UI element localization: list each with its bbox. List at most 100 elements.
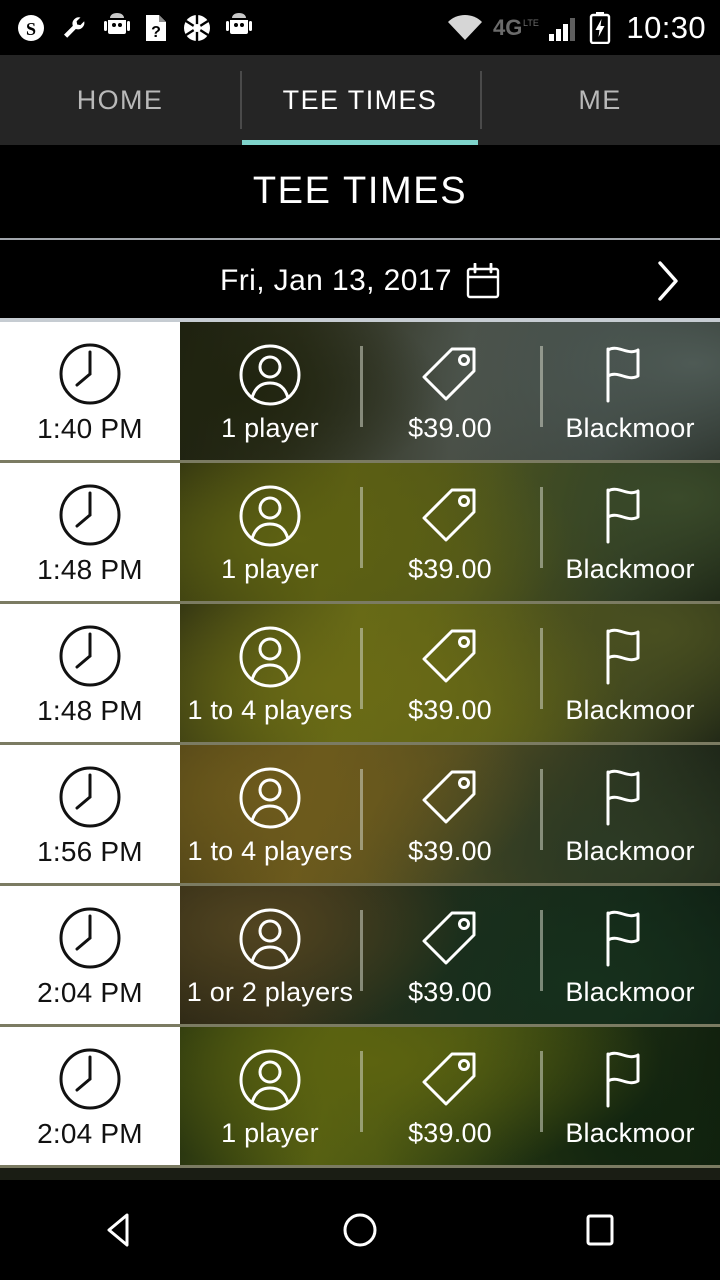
tee-time-cell: 2:04 PM: [0, 886, 180, 1024]
nav-recents-button[interactable]: [540, 1180, 660, 1280]
players-label: 1 player: [221, 412, 319, 443]
players-cell: 1 player: [180, 322, 360, 460]
signal-bars-icon: [549, 17, 576, 41]
tab-me-label: ME: [578, 84, 622, 115]
players-cell: 1 to 4 players: [180, 745, 360, 883]
price-cell: $39.00: [360, 322, 540, 460]
status-bar-notification-icons: S ?: [0, 12, 252, 43]
battery-charging-icon: [590, 11, 611, 44]
players-label: 1 to 4 players: [187, 835, 353, 866]
players-label: 1 or 2 players: [186, 976, 354, 1007]
price-tag-icon: [422, 770, 476, 823]
course-label: Blackmoor: [565, 694, 695, 725]
players-cell: 1 or 2 players: [180, 886, 360, 1024]
skype-icon: S: [18, 14, 44, 41]
android-robot-icon: [104, 12, 130, 34]
tee-time-cell: 1:48 PM: [0, 604, 180, 742]
clock-icon: [59, 907, 121, 969]
back-icon: [107, 1213, 129, 1247]
svg-text:S: S: [26, 19, 36, 39]
tee-row-details: 1 to 4 players $39.00 Blackmoor: [180, 745, 720, 883]
android-robot-icon-2: [226, 12, 252, 34]
course-label: Blackmoor: [565, 553, 695, 584]
top-tab-bar: HOME TEE TIMES ME: [0, 55, 720, 145]
table-row[interactable]: 2:04 PM 1 player $39.00 Blackmoor: [0, 1027, 720, 1168]
course-cell: Blackmoor: [540, 745, 720, 883]
price-tag-icon: [422, 911, 476, 964]
tee-time-label: 2:04 PM: [37, 977, 143, 1008]
status-bar: S ? 4G LTE 10:30: [0, 0, 720, 55]
svg-text:LTE: LTE: [523, 18, 539, 28]
nav-back-button[interactable]: [60, 1180, 180, 1280]
tee-row-details: 1 player $39.00 Blackmoor: [180, 1027, 720, 1165]
calendar-icon[interactable]: [466, 263, 500, 299]
sim-card-question-icon: ?: [146, 14, 166, 41]
price-cell: $39.00: [360, 745, 540, 883]
price-label: $39.00: [408, 976, 492, 1007]
table-row[interactable]: 1:40 PM 1 player $39.00 Blackmoor: [0, 322, 720, 463]
price-tag-icon: [422, 488, 476, 541]
course-label: Blackmoor: [565, 976, 695, 1007]
date-selector-row[interactable]: Fri, Jan 13, 2017: [0, 240, 720, 322]
tab-tee-times[interactable]: TEE TIMES: [240, 55, 480, 145]
page-title: TEE TIMES: [252, 170, 468, 212]
price-label: $39.00: [408, 553, 492, 584]
wifi-icon: [448, 14, 483, 40]
tee-time-label: 2:04 PM: [37, 1118, 143, 1149]
tee-time-list[interactable]: 1:40 PM 1 player $39.00 Blackmoor 1:48 P…: [0, 322, 720, 1180]
player-icon: [239, 485, 301, 546]
tab-home-label: HOME: [76, 84, 164, 115]
home-icon: [343, 1213, 377, 1247]
nav-home-button[interactable]: [300, 1180, 420, 1280]
tab-home[interactable]: HOME: [0, 55, 240, 145]
players-label: 1 to 4 players: [187, 694, 353, 725]
table-row[interactable]: 2:04 PM 1 or 2 players $39.00 Blackmoor: [0, 886, 720, 1027]
players-label: 1 player: [221, 1117, 319, 1148]
table-row[interactable]: 1:48 PM 1 player $39.00 Blackmoor: [0, 463, 720, 604]
date-selector[interactable]: Fri, Jan 13, 2017: [220, 263, 500, 299]
course-cell: Blackmoor: [540, 886, 720, 1024]
clock-icon: [59, 766, 121, 828]
price-label: $39.00: [408, 412, 492, 443]
price-label: $39.00: [408, 835, 492, 866]
tee-row-details: 1 or 2 players $39.00 Blackmoor: [180, 886, 720, 1024]
flag-icon: [606, 628, 640, 684]
player-icon: [239, 767, 301, 828]
chevron-right-icon: [658, 261, 678, 301]
clock-icon: [59, 625, 121, 687]
svg-text:4G: 4G: [493, 15, 522, 40]
status-bar-system-icons: 4G LTE 10:30: [446, 10, 720, 46]
tee-row-details: 1 player $39.00 Blackmoor: [180, 463, 720, 601]
course-cell: Blackmoor: [540, 322, 720, 460]
players-label: 1 player: [221, 553, 319, 584]
tee-time-label: 1:48 PM: [37, 695, 143, 726]
tab-tee-times-label: TEE TIMES: [282, 84, 438, 115]
table-row[interactable]: 1:48 PM 1 to 4 players $39.00 Blackmoor: [0, 604, 720, 745]
tee-time-cell: 1:48 PM: [0, 463, 180, 601]
tee-time-cell: 2:04 PM: [0, 1027, 180, 1165]
tee-row-details: 1 player $39.00 Blackmoor: [180, 322, 720, 460]
android-navigation-bar: [0, 1180, 720, 1280]
price-tag-icon: [422, 1052, 476, 1105]
price-cell: $39.00: [360, 886, 540, 1024]
next-day-button[interactable]: [642, 253, 694, 309]
tee-time-label: 1:56 PM: [37, 836, 143, 867]
clock-icon: [59, 484, 121, 546]
flag-icon: [606, 769, 640, 825]
phone-screen: S ? 4G LTE 10:30 HOME TEE TIMES ME TEE T…: [0, 0, 720, 1280]
course-cell: Blackmoor: [540, 604, 720, 742]
course-cell: Blackmoor: [540, 1027, 720, 1165]
wrench-icon: [64, 16, 85, 38]
course-cell: Blackmoor: [540, 463, 720, 601]
flag-icon: [606, 346, 640, 402]
asterisk-ball-icon: [184, 14, 210, 41]
tee-time-label: 1:40 PM: [37, 413, 143, 444]
player-icon: [239, 626, 301, 687]
price-tag-icon: [422, 629, 476, 682]
status-bar-clock: 10:30: [626, 9, 706, 45]
course-label: Blackmoor: [565, 835, 695, 866]
header-hero: TEE TIMES Fri, Jan 13, 2017: [0, 145, 720, 322]
tab-me[interactable]: ME: [480, 55, 720, 145]
flag-icon: [606, 1051, 640, 1107]
table-row[interactable]: 1:56 PM 1 to 4 players $39.00 Blackmoor: [0, 745, 720, 886]
